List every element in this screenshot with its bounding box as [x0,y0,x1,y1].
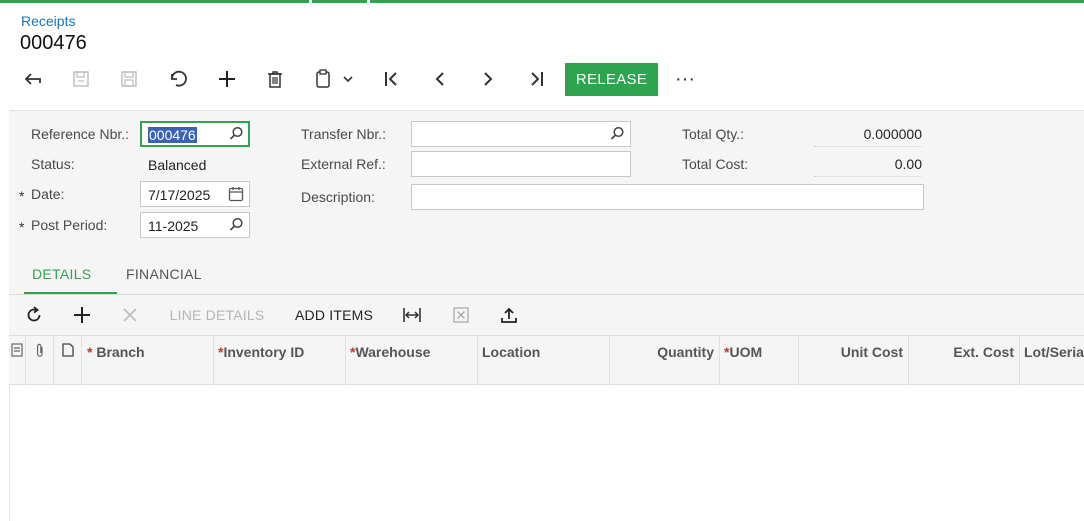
delete-row-button[interactable] [117,295,143,335]
note-column[interactable] [54,336,82,385]
refresh-icon[interactable] [21,295,47,335]
post-period-label: Post Period: [31,217,108,233]
paperclip-icon [26,343,53,358]
reference-nbr-input[interactable]: 000476 [140,121,250,147]
add-items-button[interactable]: ADD ITEMS [294,295,374,335]
save-close-icon[interactable] [66,62,96,96]
total-qty-label: Total Qty.: [682,126,744,142]
status-label: Status: [31,156,75,172]
column-unit-cost[interactable]: Unit Cost [799,336,909,385]
plus-icon[interactable] [212,62,242,96]
reference-nbr-value: 000476 [148,127,197,143]
chevron-down-icon[interactable] [338,62,358,96]
required-marker: * [19,188,25,204]
required-marker: * [19,219,25,235]
column-uom[interactable]: *UOM [720,336,799,385]
first-record-icon[interactable] [376,62,406,96]
top-accent-bar [0,0,1084,3]
post-period-input[interactable]: 11-2025 [140,212,250,238]
description-label: Description: [301,189,375,205]
external-ref-label: External Ref.: [301,156,386,172]
row-status-icon [9,343,25,357]
search-icon[interactable] [229,217,244,235]
page-title: 000476 [20,32,87,54]
main-toolbar: ··· [0,62,1084,96]
column-location[interactable]: Location [478,336,610,385]
tab-details[interactable]: DETAILS [32,266,91,282]
clipboard-icon[interactable] [308,62,338,96]
upload-icon[interactable] [496,295,522,335]
tab-financial[interactable]: FINANCIAL [126,266,202,282]
description-input[interactable] [411,184,924,210]
grid-body[interactable] [9,385,1084,521]
total-qty-value: 0.000000 [814,123,922,147]
release-button[interactable]: RELEASE [565,63,658,96]
save-icon[interactable] [114,62,144,96]
external-ref-input[interactable] [411,151,631,177]
grid-header: * Branch *Inventory ID *Warehouse Locati… [9,335,1084,385]
attachment-column[interactable] [26,336,54,385]
transfer-nbr-label: Transfer Nbr.: [301,126,387,142]
column-warehouse[interactable]: *Warehouse [346,336,478,385]
breadcrumb[interactable]: Receipts [21,13,75,29]
note-icon [54,343,81,357]
column-branch[interactable]: * Branch [82,336,214,385]
date-label: Date: [31,186,65,202]
arrow-back-icon[interactable] [18,62,48,96]
grid-toolbar: LINE DETAILS ADD ITEMS [9,295,1084,335]
date-value: 7/17/2025 [148,187,211,203]
total-cost-label: Total Cost: [682,156,749,172]
column-ext-cost[interactable]: Ext. Cost [909,336,1020,385]
date-input[interactable]: 7/17/2025 [140,181,250,207]
add-row-button[interactable] [69,295,95,335]
post-period-value: 11-2025 [148,218,199,234]
close-icon [123,308,137,322]
column-quantity[interactable]: Quantity [610,336,720,385]
reference-nbr-label: Reference Nbr.: [31,126,130,142]
plus-icon [74,307,90,323]
fit-width-icon[interactable] [399,295,425,335]
row-status-column[interactable] [9,336,26,385]
undo-icon[interactable] [163,62,193,96]
tab-bar: DETAILS FINANCIAL [9,258,1084,295]
status-value: Balanced [148,157,207,173]
more-actions-button[interactable]: ··· [670,62,700,96]
line-details-button[interactable]: LINE DETAILS [169,295,265,335]
excel-export-icon[interactable] [448,295,474,335]
transfer-nbr-input[interactable] [411,121,631,147]
column-lot-serial[interactable]: Lot/Serial [1020,336,1084,385]
search-icon[interactable] [229,126,244,144]
trash-icon[interactable] [260,62,290,96]
total-cost-value: 0.00 [814,153,922,177]
last-record-icon[interactable] [522,62,552,96]
chevron-right-icon[interactable] [473,62,503,96]
calendar-icon[interactable] [228,186,244,205]
search-icon[interactable] [610,126,625,144]
chevron-left-icon[interactable] [425,62,455,96]
column-inventory-id[interactable]: *Inventory ID [214,336,346,385]
